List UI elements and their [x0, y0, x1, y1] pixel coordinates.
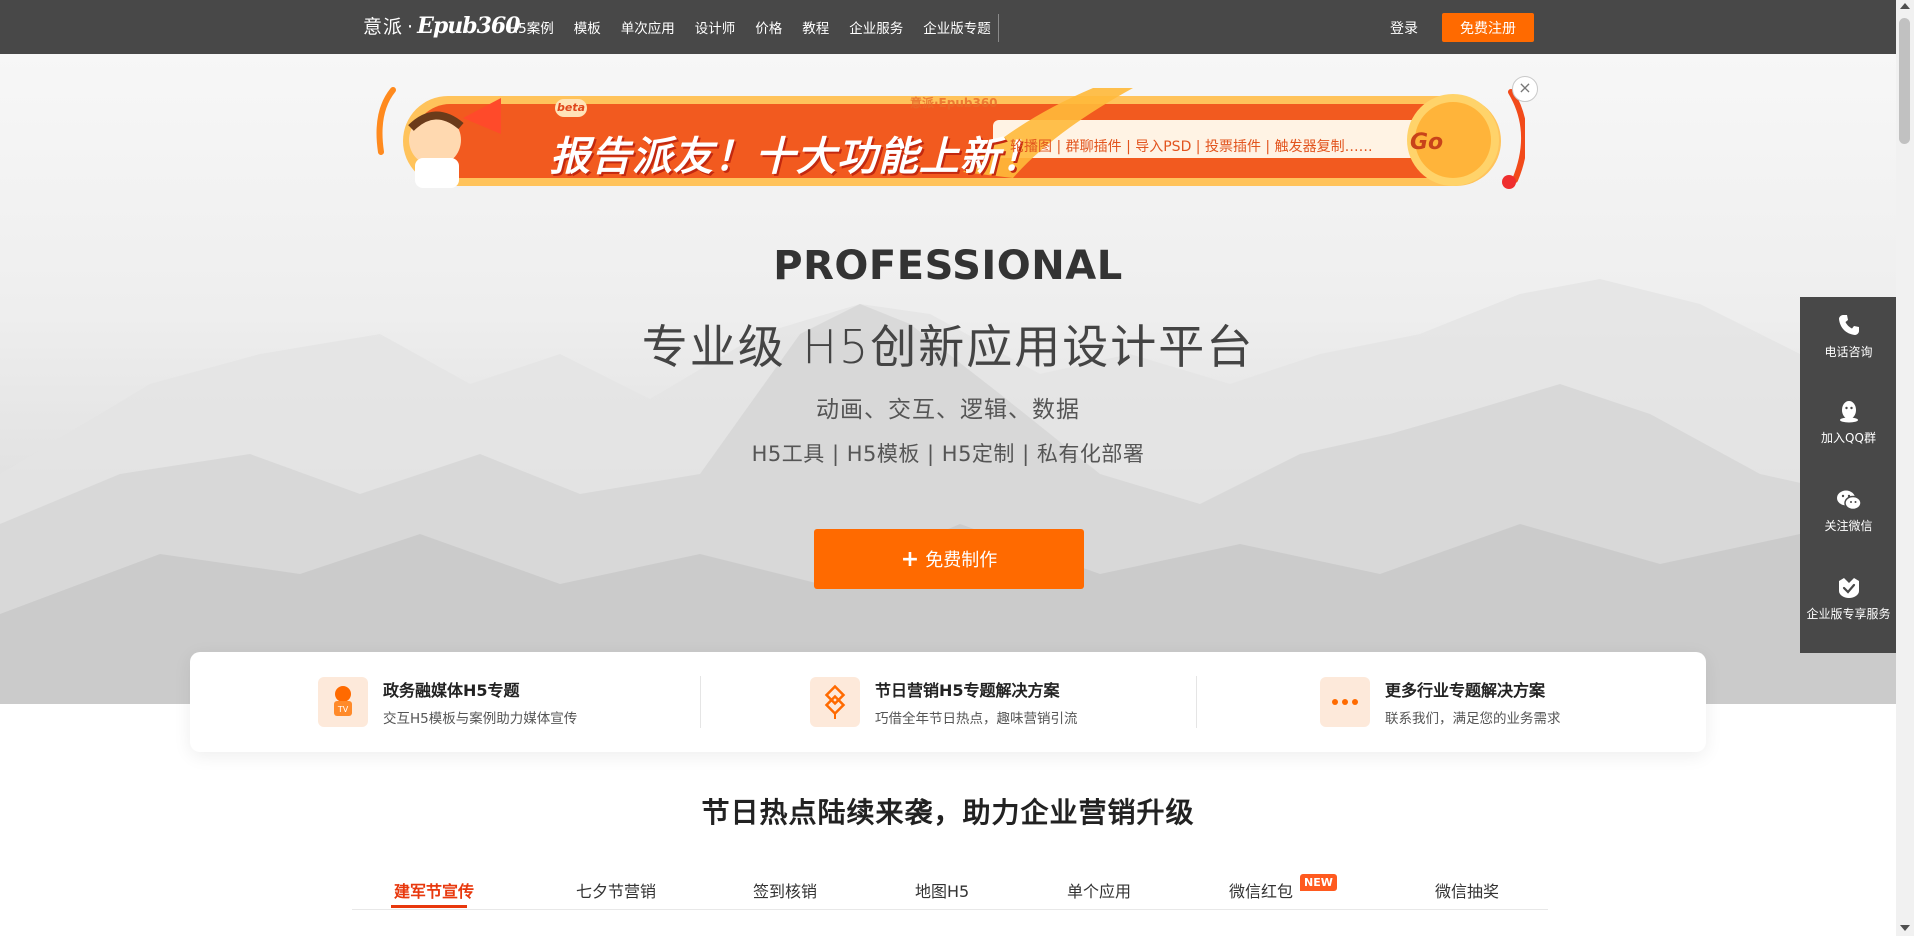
nav-pricing[interactable]: 价格: [755, 17, 782, 37]
logo-dot: ·: [407, 16, 414, 38]
tab-checkin[interactable]: 签到核销: [753, 878, 817, 902]
sidebar-label: 电话咨询: [1824, 345, 1873, 359]
sidebar-join-qq[interactable]: 加入QQ群: [1800, 399, 1897, 446]
tab-wechat-redpacket[interactable]: 微信红包: [1229, 878, 1293, 902]
nav-designers[interactable]: 设计师: [695, 17, 736, 37]
nav-h5-cases[interactable]: H5案例: [508, 17, 554, 37]
more-dots-icon: [1320, 677, 1370, 727]
tab-wechat-lottery[interactable]: 微信抽奖: [1435, 878, 1499, 902]
top-navbar: 意派 · Epub360 H5案例 模板 单次应用 设计师 价格 教程 企业服务…: [0, 0, 1914, 54]
scroll-up-arrow-icon[interactable]: [1900, 3, 1910, 9]
banner-features: 轮播图 | 群聊插件 | 导入PSD | 投票插件 | 触发器复制……: [1010, 139, 1373, 155]
solution-holiday-marketing[interactable]: 节日营销H5专题解决方案 巧借全年节日热点，趣味营销引流: [810, 676, 1078, 728]
tab-map-h5[interactable]: 地图H5: [915, 878, 969, 902]
new-badge: NEW: [1300, 874, 1337, 891]
sidebar-label: 加入QQ群: [1821, 431, 1876, 445]
tab-qixi[interactable]: 七夕节营销: [576, 878, 656, 902]
hero-subtitle: 专业级 H5创新应用设计平台: [641, 320, 1255, 374]
logo-chinese-name: 意派: [363, 16, 404, 38]
solution-divider: [700, 676, 701, 728]
hero-tagline: 动画、交互、逻辑、数据: [816, 397, 1080, 423]
main-nav: H5案例 模板 单次应用 设计师 价格 教程 企业服务 企业版专题: [508, 0, 1011, 54]
login-link[interactable]: 登录: [1390, 18, 1418, 38]
banner-slogan: 报告派友！十大功能上新！: [550, 134, 1042, 180]
svg-text:TV: TV: [337, 705, 349, 714]
solution-government-media[interactable]: TV 政务融媒体H5专题 交互H5模板与案例助力媒体宣传: [318, 676, 577, 728]
free-create-label: 免费制作: [925, 550, 998, 571]
tab-single-app[interactable]: 单个应用: [1067, 878, 1131, 902]
solution-title: 节日营销H5专题解决方案: [875, 681, 1060, 700]
solution-desc: 交互H5模板与案例助力媒体宣传: [383, 711, 578, 727]
nav-templates[interactable]: 模板: [574, 17, 601, 37]
solution-desc: 巧借全年节日热点，趣味营销引流: [875, 711, 1078, 727]
sidebar-label: 企业版专享服务: [1806, 607, 1891, 621]
nav-divider: [998, 14, 999, 42]
banner-close-icon[interactable]: ×: [1512, 76, 1538, 102]
solutions-card: TV 政务融媒体H5专题 交互H5模板与案例助力媒体宣传 节日营销H5专题解决方…: [190, 652, 1706, 752]
floating-contact-bar: 电话咨询 加入QQ群 关注微信 企业版专享服务: [1800, 297, 1897, 653]
sidebar-label: 关注微信: [1824, 519, 1873, 533]
epub360-logo[interactable]: 意派 · Epub360: [363, 12, 521, 39]
phone-icon: [1838, 315, 1859, 335]
scrollbar-thumb[interactable]: [1899, 18, 1910, 144]
sidebar-follow-wechat[interactable]: 关注微信: [1800, 489, 1897, 534]
register-button[interactable]: 免费注册: [1442, 13, 1534, 42]
solution-more-industries[interactable]: 更多行业专题解决方案 联系我们，满足您的业务需求: [1320, 676, 1561, 728]
tv-mascot-icon: TV: [318, 677, 368, 727]
section-title: 节日热点陆续来袭，助力企业营销升级: [701, 796, 1195, 829]
holiday-tabs: 建军节宣传 七夕节营销 签到核销 地图H5 单个应用 微信红包 微信抽奖: [352, 868, 1548, 910]
plus-icon: +: [900, 546, 920, 572]
active-tab-underline: [391, 905, 467, 908]
tab-army-day[interactable]: 建军节宣传: [394, 878, 474, 902]
solution-divider: [1196, 676, 1197, 728]
solution-desc: 联系我们，满足您的业务需求: [1385, 711, 1561, 727]
nav-single-apps[interactable]: 单次应用: [621, 17, 675, 37]
chinese-knot-icon: [810, 677, 860, 727]
qq-icon: [1839, 401, 1858, 423]
nav-tutorials[interactable]: 教程: [802, 17, 829, 37]
solution-title: 政务融媒体H5专题: [383, 681, 520, 700]
free-create-button[interactable]: + 免费制作: [814, 529, 1084, 589]
wechat-icon: [1836, 490, 1862, 511]
nav-enterprise-services[interactable]: 企业服务: [849, 17, 903, 37]
solution-title: 更多行业专题解决方案: [1385, 681, 1546, 700]
hero-services: H5工具 | H5模板 | H5定制 | 私有化部署: [751, 442, 1145, 466]
nav-enterprise-topics[interactable]: 企业版专题: [923, 17, 991, 37]
enterprise-service-icon: [1838, 578, 1859, 598]
logo-english-name: Epub360: [417, 13, 520, 39]
banner-brand: 意派·Epub360: [910, 96, 998, 110]
scroll-down-arrow-icon[interactable]: [1900, 925, 1910, 931]
hero-title: PROFESSIONAL: [773, 243, 1123, 289]
sidebar-enterprise-service[interactable]: 企业版专享服务: [1800, 575, 1897, 622]
sidebar-phone-consult[interactable]: 电话咨询: [1800, 313, 1897, 360]
banner-go-button[interactable]: Go: [1410, 130, 1443, 155]
banner-beta-badge: beta: [555, 99, 587, 117]
